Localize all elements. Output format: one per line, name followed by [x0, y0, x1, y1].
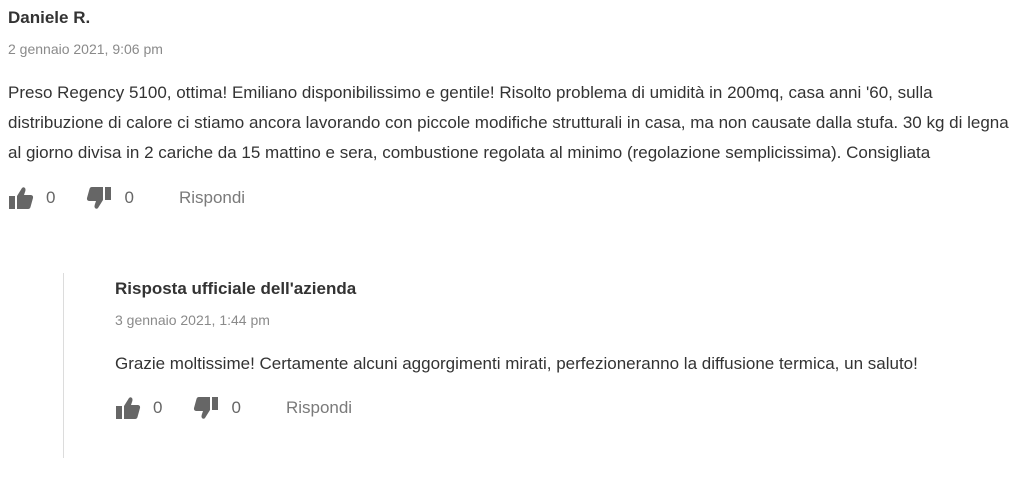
response-dislike-count: 0	[231, 398, 241, 417]
thumbs-down-icon	[86, 185, 112, 211]
response-author: Risposta ufficiale dell'azienda	[115, 279, 357, 298]
reply-button[interactable]: Rispondi	[179, 185, 245, 211]
response-text: Grazie moltissime! Certamente alcuni agg…	[115, 354, 918, 373]
response-like-button[interactable]: 0	[115, 395, 162, 421]
thumbs-up-icon	[115, 395, 141, 421]
response-like-count: 0	[153, 398, 163, 417]
review-date: 2 gennaio 2021, 9:06 pm	[8, 41, 163, 57]
review-card: Daniele R. 2 gennaio 2021, 9:06 pm Preso…	[8, 8, 1012, 211]
dislike-count: 0	[124, 188, 134, 207]
thumbs-up-icon	[8, 185, 34, 211]
response-dislike-button[interactable]: 0	[193, 395, 241, 421]
thumbs-down-icon	[193, 395, 219, 421]
review-author: Daniele R.	[8, 8, 91, 27]
response-date: 3 gennaio 2021, 1:44 pm	[115, 312, 270, 328]
response-reply-button[interactable]: Rispondi	[286, 395, 352, 421]
company-response: Risposta ufficiale dell'azienda 3 gennai…	[63, 273, 1004, 458]
like-count: 0	[46, 188, 56, 207]
review-actions: 0 0 Rispondi	[8, 185, 1012, 211]
response-actions: 0 0 Rispondi	[115, 395, 995, 421]
review-text: Preso Regency 5100, ottima! Emiliano dis…	[8, 83, 1009, 162]
dislike-button[interactable]: 0	[86, 185, 134, 211]
like-button[interactable]: 0	[8, 185, 55, 211]
